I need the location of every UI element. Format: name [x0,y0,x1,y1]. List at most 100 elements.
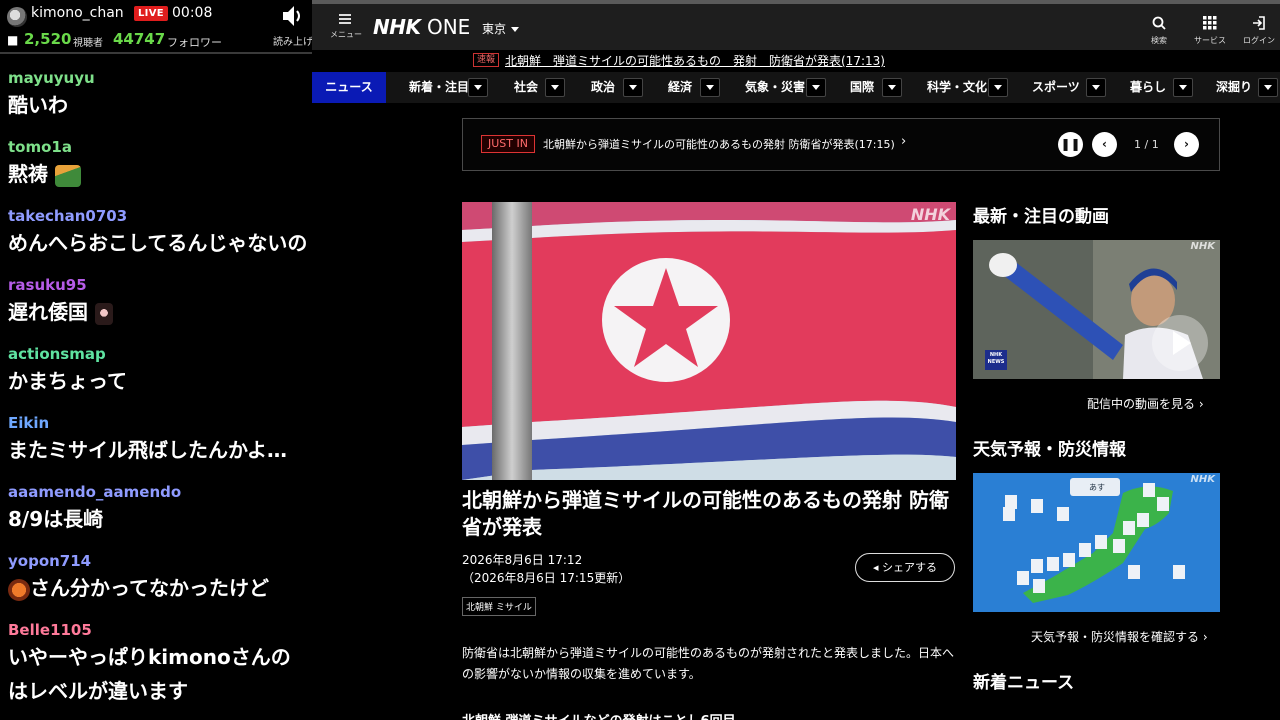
chevron-right-icon: › [1198,397,1204,411]
japan-weather-map-image [973,473,1220,612]
chat-text: 遅れ倭国 [8,300,88,324]
chat-text: さん分かってなかったけど [30,576,269,600]
chat-username[interactable]: rasuku95 [8,273,312,297]
chat-text: 黙祷 [8,162,48,186]
category-tab-science[interactable]: 科学・文化 [927,72,987,103]
chat-message: Belle1105 いやーやっぱりkimonoさんの はレベルが違います [0,618,312,708]
category-tab-weather[interactable]: 気象・災害 [745,72,805,103]
weather-more-link[interactable]: 天気予報・防災情報を確認する › [1031,628,1208,645]
category-nav: ニュース 新着・注目 社会 政治 経済 気象・災害 国際 科学・文化 スポーツ … [312,72,1280,103]
nhk-news-badge: NHK NEWS [987,352,1005,365]
chat-username[interactable]: Belle1105 [8,618,312,642]
chevron-down-icon[interactable] [1173,78,1193,97]
chevron-down-icon[interactable] [545,78,565,97]
stream-chat-panel: kimono_chan LIVE 00:08 読み上げ ■ 2,520 視聴者 … [0,0,312,720]
chat-username[interactable]: tomo1a [8,135,312,159]
share-icon: ◂ [872,561,879,574]
chevron-down-icon[interactable] [1258,78,1278,97]
region-label: 東京 [482,22,507,36]
menu-button[interactable]: メニュー [330,14,362,40]
region-selector[interactable]: 東京 [482,20,520,37]
live-badge: LIVE [134,6,168,21]
read-aloud-label[interactable]: 読み上げ [273,33,312,48]
breaking-news-link[interactable]: 北朝鮮 弾道ミサイルの可能性あるもの 発射 防衛省が発表(17:13) [505,52,885,69]
next-button[interactable]: › [1174,132,1199,157]
category-tab-featured[interactable]: 新着・注目 [409,72,469,103]
weather-thumb-logo: NHK [1190,474,1216,485]
chat-username[interactable]: mayuyuyu [8,66,312,90]
category-tab-news[interactable]: ニュース [312,72,386,103]
just-in-badge: JUST IN [481,135,535,153]
chevron-down-icon[interactable] [988,78,1008,97]
nhk-news-page: メニュー NHK ONE 東京 検索 サービス ログイン 速報 北朝鮮 弾道ミサ… [312,0,1280,720]
channel-name[interactable]: kimono_chan [31,5,124,21]
chat-username[interactable]: Eikin [8,411,312,435]
login-button[interactable]: ログイン [1239,16,1279,46]
chat-text: またミサイル飛ばしたんかよ… [8,438,287,462]
category-tab-international[interactable]: 国際 [850,72,874,103]
category-tab-politics[interactable]: 政治 [591,72,615,103]
hero-image[interactable]: NHK [462,202,956,480]
just-in-headline[interactable]: 北朝鮮から弾道ミサイルの可能性のあるもの発射 防衛省が発表(17:15) [543,136,895,152]
chat-username[interactable]: yopon714 [8,549,312,573]
search-icon [1152,16,1166,30]
weather-map-thumbnail[interactable]: NHK あす [973,473,1220,612]
speaker-icon[interactable] [280,3,306,29]
baseball-player-image [973,240,1220,379]
article-headline[interactable]: 北朝鮮から弾道ミサイルの可能性のあるもの発射 防衛省が発表 [462,487,956,541]
chevron-down-icon[interactable] [700,78,720,97]
category-tab-economy[interactable]: 経済 [668,72,692,103]
chat-message-list: mayuyuyu 酷いわ tomo1a 黙祷 takechan0703 めんへら… [0,66,312,708]
chat-username[interactable]: takechan0703 [8,204,312,228]
logo-one-text: ONE [426,15,471,39]
chat-text-row: さん分かってなかったけど [8,573,312,603]
viewers-icon: ■ [7,33,19,47]
chat-text: いやーやっぱりkimonoさんの [8,645,291,669]
nhk-watermark: NHK [910,205,950,224]
chevron-down-icon[interactable] [882,78,902,97]
updated-date: （2026年8月6日 17:15更新） [462,571,631,585]
video-more-label: 配信中の動画を見る [1087,397,1196,411]
followers-label: フォロワー [167,36,222,49]
video-thumbnail[interactable]: NHK NHK NEWS [973,240,1220,379]
chat-text-row: 遅れ倭国 [8,297,312,327]
video-section-heading: 最新・注目の動画 [973,207,1109,227]
nhk-one-logo[interactable]: NHK ONE [373,15,470,39]
just-in-ticker: JUST IN 北朝鮮から弾道ミサイルの可能性のあるもの発射 防衛省が発表(17… [462,118,1220,171]
chevron-right-icon[interactable]: › [901,134,906,149]
chat-username[interactable]: aaamendo_aamendo [8,480,312,504]
chat-message: yopon714 さん分かってなかったけど [0,549,312,618]
weather-section-heading: 天気予報・防災情報 [973,440,1126,460]
article-subheading: 北朝鮮 弾道ミサイルなどの発射はことし6回目 [462,710,736,720]
chevron-down-icon[interactable] [623,78,643,97]
breaking-badge: 速報 [473,53,500,67]
topic-tag[interactable]: 北朝鮮 ミサイル [462,597,536,616]
chat-text: かまちょって [8,369,127,393]
chat-text: めんへらおこしてるんじゃないの [8,231,308,255]
category-tab-life[interactable]: 暮らし [1130,72,1166,103]
pause-button[interactable]: ❚❚ [1058,132,1083,157]
logo-nhk-text: NHK [373,15,421,39]
chat-username[interactable]: actionsmap [8,342,312,366]
chevron-down-icon[interactable] [1086,78,1106,97]
chat-message: takechan0703 めんへらおこしてるんじゃないの [0,204,312,273]
share-label: シェアする [882,561,938,574]
login-label: ログイン [1243,36,1275,45]
category-tab-sports[interactable]: スポーツ [1032,72,1080,103]
category-tab-society[interactable]: 社会 [514,72,538,103]
share-button[interactable]: ◂ シェアする [855,553,955,582]
prev-button[interactable]: ‹ [1092,132,1117,157]
site-header: メニュー NHK ONE 東京 検索 サービス ログイン [312,0,1280,50]
channel-avatar[interactable] [7,7,27,27]
breaking-news-bar[interactable]: 速報 北朝鮮 弾道ミサイルの可能性あるもの 発射 防衛省が発表(17:13) [312,50,1280,70]
frog-emote-icon [54,164,81,187]
category-tab-indepth[interactable]: 深掘り [1216,72,1252,103]
shrimp-emote-icon [8,578,30,601]
chevron-down-icon[interactable] [806,78,826,97]
ticker-page-count: 1 / 1 [1134,138,1159,151]
services-button[interactable]: サービス [1190,16,1230,46]
stream-elapsed-time: 00:08 [172,5,213,21]
search-button[interactable]: 検索 [1139,16,1179,46]
chevron-down-icon[interactable] [468,78,488,97]
video-more-link[interactable]: 配信中の動画を見る › [1087,395,1204,412]
